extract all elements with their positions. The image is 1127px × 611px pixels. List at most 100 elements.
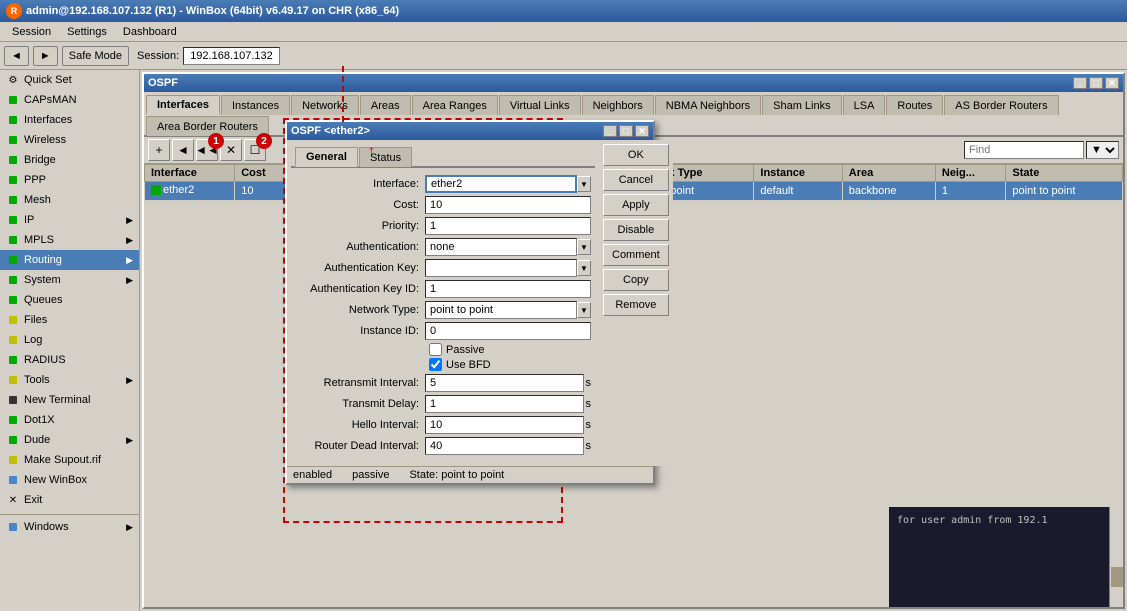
ppp-icon (6, 173, 20, 187)
router-dead-input[interactable] (425, 437, 584, 455)
tab-instances[interactable]: Instances (221, 95, 290, 115)
find-input[interactable] (964, 141, 1084, 159)
tab-sham-links[interactable]: Sham Links (762, 95, 841, 115)
instance-id-input[interactable] (425, 322, 591, 340)
tab-areas[interactable]: Areas (360, 95, 411, 115)
auth-key-input[interactable] (425, 259, 577, 277)
tab-virtual-links[interactable]: Virtual Links (499, 95, 581, 115)
passive-label: Passive (446, 344, 485, 356)
passive-checkbox[interactable] (429, 343, 442, 356)
tools-arrow: ▶ (126, 375, 133, 386)
hello-interval-input[interactable] (425, 416, 584, 434)
sidebar-item-mpls[interactable]: MPLS ▶ (0, 230, 139, 250)
priority-input[interactable] (425, 217, 591, 235)
ospf-find-area: ▼ (964, 141, 1119, 159)
authentication-value[interactable]: none (425, 238, 577, 256)
comment-button[interactable]: Comment (603, 244, 669, 266)
find-select[interactable]: ▼ (1086, 141, 1119, 159)
cost-input[interactable] (425, 196, 591, 214)
sidebar-item-system[interactable]: System ▶ (0, 270, 139, 290)
add-button[interactable]: + (148, 139, 170, 161)
auth-key-dropdown-arrow[interactable]: ▼ (577, 260, 591, 276)
capsman-icon (6, 93, 20, 107)
dot1x-icon (6, 413, 20, 427)
tab-interfaces[interactable]: Interfaces (146, 95, 220, 115)
sidebar-item-quick-set[interactable]: ⚙ Quick Set (0, 70, 139, 90)
tab-area-ranges[interactable]: Area Ranges (412, 95, 498, 115)
disable-button[interactable]: Disable (603, 219, 669, 241)
cell-state: point to point (1006, 182, 1123, 201)
interface-label: Interface: (295, 178, 425, 190)
ok-button[interactable]: OK (603, 144, 669, 166)
field-row-transmit-delay: Transmit Delay: s (295, 395, 591, 413)
sidebar-item-interfaces[interactable]: Interfaces (0, 110, 139, 130)
sidebar-label-mesh: Mesh (24, 194, 51, 206)
edit-button[interactable]: ◄ (172, 139, 194, 161)
dialog-window-buttons: _ □ ✕ (603, 125, 649, 137)
interface-value[interactable]: ether2 (425, 175, 577, 193)
sidebar-item-dude[interactable]: Dude ▶ (0, 430, 139, 450)
authentication-dropdown-arrow[interactable]: ▼ (577, 239, 591, 255)
tab-lsa[interactable]: LSA (843, 95, 886, 115)
back-button[interactable]: ◄ (4, 46, 29, 66)
transmit-delay-input[interactable] (425, 395, 584, 413)
col-neighbors: Neig... (935, 165, 1006, 182)
queues-icon (6, 293, 20, 307)
apply-button[interactable]: Apply (603, 194, 669, 216)
ospf-close-button[interactable]: ✕ (1105, 77, 1119, 89)
sidebar-item-routing[interactable]: Routing ▶ (0, 250, 139, 270)
sidebar-item-windows[interactable]: Windows ▶ (0, 517, 139, 537)
dialog-tab-general[interactable]: General (295, 147, 358, 167)
sidebar-item-files[interactable]: Files (0, 310, 139, 330)
sidebar-item-dot1x[interactable]: Dot1X (0, 410, 139, 430)
tab-networks[interactable]: Networks (291, 95, 359, 115)
sidebar-item-new-winbox[interactable]: New WinBox (0, 470, 139, 490)
dialog-minimize-button[interactable]: _ (603, 125, 617, 137)
sidebar-item-wireless[interactable]: Wireless (0, 130, 139, 150)
sidebar-item-make-supout[interactable]: Make Supout.rif (0, 450, 139, 470)
interface-dropdown-arrow[interactable]: ▼ (577, 176, 591, 192)
field-row-auth-key-id: Authentication Key ID: (295, 280, 591, 298)
sidebar-item-ip[interactable]: IP ▶ (0, 210, 139, 230)
menu-session[interactable]: Session (4, 24, 59, 40)
cancel-button[interactable]: Cancel (603, 169, 669, 191)
system-arrow: ▶ (126, 275, 133, 286)
remove-button[interactable]: Remove (603, 294, 669, 316)
sidebar-item-new-terminal[interactable]: New Terminal (0, 390, 139, 410)
tab-as-border-routers[interactable]: AS Border Routers (944, 95, 1058, 115)
dialog-tab-status[interactable]: Status (359, 147, 412, 167)
network-type-value[interactable]: point to point (425, 301, 577, 319)
network-type-dropdown-arrow[interactable]: ▼ (577, 302, 591, 318)
menu-dashboard[interactable]: Dashboard (115, 24, 185, 40)
ospf-minimize-button[interactable]: _ (1073, 77, 1087, 89)
ospf-maximize-button[interactable]: □ (1089, 77, 1103, 89)
menu-settings[interactable]: Settings (59, 24, 115, 40)
sidebar-item-queues[interactable]: Queues (0, 290, 139, 310)
sidebar-item-exit[interactable]: ✕ Exit (0, 490, 139, 510)
forward-button[interactable]: ► (33, 46, 58, 66)
sidebar-item-bridge[interactable]: Bridge (0, 150, 139, 170)
windows-arrow: ▶ (126, 522, 133, 533)
sidebar-label-capsman: CAPsMAN (24, 94, 77, 106)
console-text: for user admin from 192.1 (893, 511, 1105, 530)
dialog-maximize-button[interactable]: □ (619, 125, 633, 137)
sidebar-item-capsman[interactable]: CAPsMAN (0, 90, 139, 110)
tab-neighbors[interactable]: Neighbors (582, 95, 654, 115)
auth-key-id-input[interactable] (425, 280, 591, 298)
use-bfd-checkbox[interactable] (429, 358, 442, 371)
sidebar-item-tools[interactable]: Tools ▶ (0, 370, 139, 390)
safe-mode-button[interactable]: Safe Mode (62, 46, 129, 66)
copy-button-dialog[interactable]: Copy (603, 269, 669, 291)
sidebar-item-mesh[interactable]: Mesh (0, 190, 139, 210)
sidebar-item-ppp[interactable]: PPP (0, 170, 139, 190)
tab-routes[interactable]: Routes (886, 95, 943, 115)
dialog-close-button[interactable]: ✕ (635, 125, 649, 137)
mesh-icon (6, 193, 20, 207)
sidebar-item-log[interactable]: Log (0, 330, 139, 350)
sidebar-item-radius[interactable]: RADIUS (0, 350, 139, 370)
retransmit-input[interactable] (425, 374, 584, 392)
tab-nbma-neighbors[interactable]: NBMA Neighbors (655, 95, 761, 115)
make-supout-icon (6, 453, 20, 467)
tab-area-border-routers[interactable]: Area Border Routers (146, 116, 269, 136)
console-scrollbar[interactable] (1109, 507, 1123, 607)
